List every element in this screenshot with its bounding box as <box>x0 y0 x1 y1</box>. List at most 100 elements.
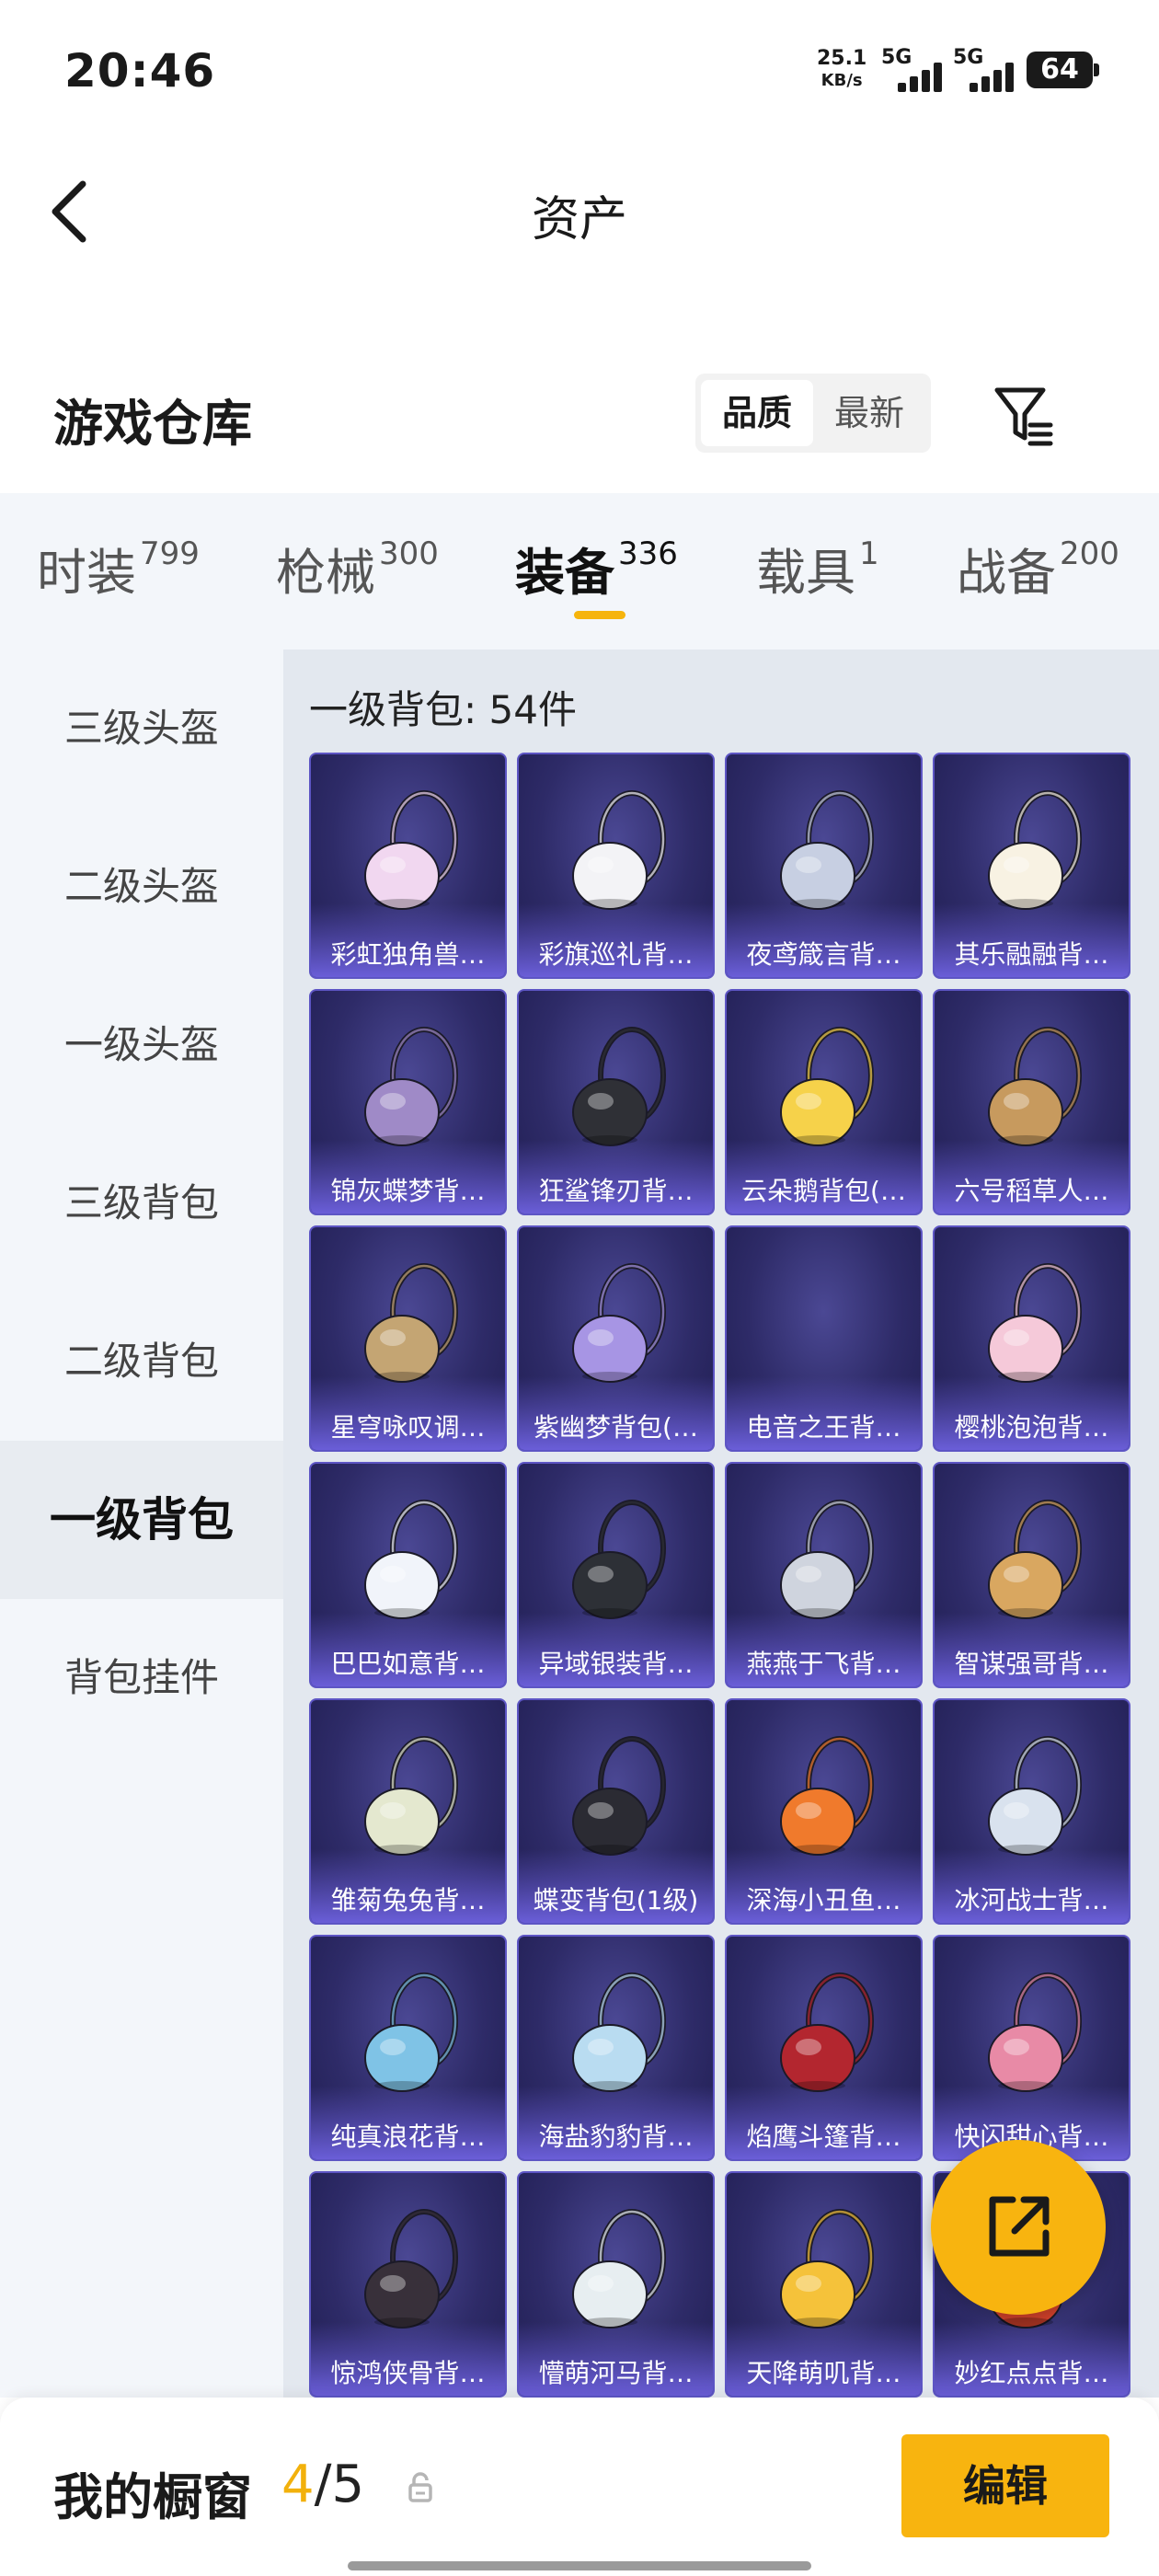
item-card[interactable]: 云朵鹅背包(… <box>725 989 923 1215</box>
item-card[interactable]: 紫幽梦背包(… <box>517 1225 715 1452</box>
item-card[interactable]: 智谋强哥背… <box>933 1462 1130 1688</box>
item-card[interactable]: 懵萌河马背… <box>517 2171 715 2398</box>
item-card[interactable]: 其乐融融背… <box>933 753 1130 979</box>
item-card[interactable]: 电音之王背… <box>725 1225 923 1452</box>
tab-equipment[interactable]: 装备 336 <box>515 532 678 604</box>
item-name: 星穹咏叹调… <box>330 1412 486 1443</box>
backpack-icon <box>780 2209 874 2329</box>
signal-icon-sim1: 5G <box>881 46 951 92</box>
item-card[interactable]: 冰河战士背… <box>933 1698 1130 1925</box>
showcase-count: 4/5 <box>281 2455 364 2514</box>
item-card[interactable]: 异域银装背… <box>517 1462 715 1688</box>
backpack-icon <box>572 1972 666 2092</box>
item-grid-panel: 一级背包: 54件 彩虹独角兽… 彩旗巡礼背… 夜鸢箴言背… 其乐融融背… 锦灰蝶梦背…… <box>283 650 1159 2398</box>
item-card[interactable]: 巴巴如意背… <box>309 1462 507 1688</box>
item-card[interactable]: 纯真浪花背… <box>309 1935 507 2161</box>
item-name: 智谋强哥背… <box>954 1649 1109 1679</box>
tab-label: 载具 <box>756 544 855 602</box>
item-name: 纯真浪花背… <box>330 2122 486 2152</box>
tab-fashion[interactable]: 时装 799 <box>37 532 200 604</box>
item-card[interactable]: 彩虹独角兽… <box>309 753 507 979</box>
tab-combat-gear[interactable]: 战备 200 <box>957 532 1119 604</box>
status-time: 20:46 <box>64 44 216 98</box>
backpack-icon <box>988 1027 1082 1146</box>
item-count: 一级背包: 54件 <box>309 687 577 732</box>
item-card[interactable]: 六号稻草人… <box>933 989 1130 1215</box>
item-card[interactable]: 樱桃泡泡背… <box>933 1225 1130 1452</box>
sidebar-item-level1-backpack[interactable]: 一级背包 <box>0 1441 283 1599</box>
item-name: 云朵鹅背包(… <box>741 1176 906 1206</box>
tab-vehicles[interactable]: 载具 1 <box>756 532 879 604</box>
backpack-icon <box>780 1736 874 1856</box>
backpack-icon <box>780 1500 874 1619</box>
item-name: 彩虹独角兽… <box>330 939 486 970</box>
item-card[interactable]: 快闪甜心背… <box>933 1935 1130 2161</box>
item-name: 海盐豹豹背… <box>538 2122 694 2152</box>
item-card[interactable]: 燕燕于飞背… <box>725 1462 923 1688</box>
item-name: 其乐融融背… <box>954 939 1109 970</box>
item-card[interactable]: 惊鸿侠骨背… <box>309 2171 507 2398</box>
backpack-icon <box>780 1972 874 2092</box>
active-tab-indicator <box>574 611 625 619</box>
item-name: 六号稻草人… <box>954 1176 1109 1206</box>
item-card[interactable]: 深海小丑鱼… <box>725 1698 923 1925</box>
backpack-icon <box>572 1500 666 1619</box>
item-card[interactable]: 海盐豹豹背… <box>517 1935 715 2161</box>
backpack-icon <box>364 1972 458 2092</box>
item-name: 蝶变背包(1级) <box>533 1885 699 1915</box>
page-title: 资产 <box>531 192 627 247</box>
sidebar: 三级头盔 二级头盔 一级头盔 三级背包 二级背包 一级背包 背包挂件 <box>0 650 283 2398</box>
signal-icon-sim2: 5G <box>953 46 1023 92</box>
filter-icon <box>994 387 1053 446</box>
backpack-icon <box>572 2209 666 2329</box>
item-card[interactable]: 彩旗巡礼背… <box>517 753 715 979</box>
sidebar-item-level3-helmet[interactable]: 三级头盔 <box>0 650 283 808</box>
sort-quality-button[interactable]: 品质 <box>701 380 813 446</box>
backpack-icon <box>988 1500 1082 1619</box>
sidebar-item-level3-backpack[interactable]: 三级背包 <box>0 1124 283 1282</box>
item-card[interactable]: 星穹咏叹调… <box>309 1225 507 1452</box>
sidebar-item-level2-backpack[interactable]: 二级背包 <box>0 1282 283 1441</box>
showcase-current: 4 <box>281 2455 315 2514</box>
tab-label: 战备 <box>957 544 1056 602</box>
status-bar: 20:46 25.1 KB/s 5G 5G 64 <box>0 0 1159 138</box>
tab-count: 336 <box>618 535 678 572</box>
showcase-bar: 我的橱窗 4/5 编辑 <box>0 2398 1159 2576</box>
tab-label: 枪械 <box>276 544 375 602</box>
sidebar-item-level2-helmet[interactable]: 二级头盔 <box>0 808 283 966</box>
backpack-icon <box>364 1736 458 1856</box>
backpack-icon <box>572 790 666 910</box>
sort-latest-button[interactable]: 最新 <box>813 380 925 446</box>
tab-firearms[interactable]: 枪械 300 <box>276 532 439 604</box>
backpack-icon <box>364 2209 458 2329</box>
backpack-icon <box>988 1263 1082 1383</box>
item-name: 樱桃泡泡背… <box>954 1412 1109 1443</box>
item-name: 夜鸢箴言背… <box>746 939 901 970</box>
share-button[interactable] <box>931 2140 1106 2315</box>
item-card[interactable]: 夜鸢箴言背… <box>725 753 923 979</box>
tab-count: 300 <box>379 535 439 572</box>
item-card[interactable]: 焰鹰斗篷背… <box>725 1935 923 2161</box>
item-card[interactable]: 狂鲨锋刃背… <box>517 989 715 1215</box>
battery-icon: 64 <box>1027 52 1099 88</box>
backpack-icon <box>364 790 458 910</box>
tab-count: 200 <box>1060 535 1119 572</box>
item-name: 天降萌叽背… <box>746 2358 901 2388</box>
item-card[interactable]: 蝶变背包(1级) <box>517 1698 715 1925</box>
backpack-icon <box>780 790 874 910</box>
network-speed-value: 25.1 <box>817 47 867 70</box>
filter-button[interactable] <box>990 381 1058 449</box>
item-card[interactable]: 天降萌叽背… <box>725 2171 923 2398</box>
sidebar-item-level1-helmet[interactable]: 一级头盔 <box>0 966 283 1124</box>
item-name: 雏菊兔兔背… <box>330 1885 486 1915</box>
item-name: 惊鸿侠骨背… <box>330 2358 486 2388</box>
item-name: 紫幽梦背包(… <box>534 1412 698 1443</box>
backpack-icon <box>572 1263 666 1383</box>
sidebar-item-backpack-charms[interactable]: 背包挂件 <box>0 1599 283 1757</box>
item-card[interactable]: 锦灰蝶梦背… <box>309 989 507 1215</box>
edit-button[interactable]: 编辑 <box>901 2434 1109 2537</box>
item-card[interactable]: 雏菊兔兔背… <box>309 1698 507 1925</box>
network-speed-unit: KB/s <box>820 71 863 90</box>
home-indicator[interactable] <box>348 2561 811 2570</box>
backpack-icon <box>988 1972 1082 2092</box>
